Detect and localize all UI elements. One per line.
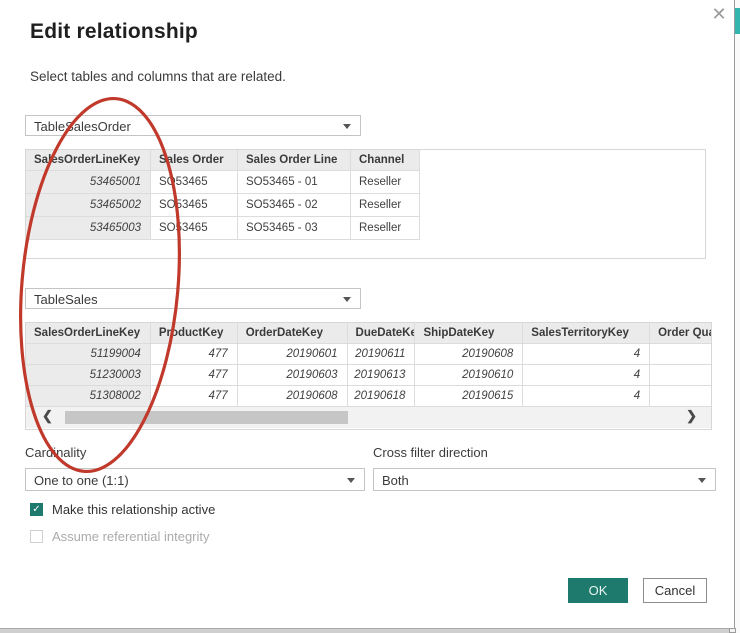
window-right-border bbox=[734, 0, 735, 633]
table-cell: Reseller bbox=[351, 217, 420, 240]
close-icon[interactable]: ✕ bbox=[707, 2, 731, 26]
second-table: SalesOrderLineKey ProductKey OrderDateKe… bbox=[25, 322, 712, 430]
table-cell: SO53465 - 01 bbox=[238, 171, 351, 194]
table-cell: 477 bbox=[151, 365, 238, 386]
table-cell: Reseller bbox=[351, 194, 420, 217]
table-row: 51199004 477 20190601 20190611 20190608 … bbox=[26, 344, 711, 365]
table-cell: 20190608 bbox=[415, 344, 523, 365]
horizontal-scrollbar[interactable]: ❮ ❯ bbox=[26, 407, 711, 428]
first-table-header-row: SalesOrderLineKey Sales Order Sales Orde… bbox=[26, 150, 705, 171]
chevron-down-icon bbox=[343, 124, 351, 129]
column-header[interactable]: SalesTerritoryKey bbox=[523, 323, 650, 344]
table-cell: 51230003 bbox=[26, 365, 151, 386]
dialog-title: Edit relationship bbox=[30, 20, 198, 44]
column-header[interactable]: Sales Order Line bbox=[238, 150, 351, 171]
cardinality-dropdown[interactable]: One to one (1:1) bbox=[25, 468, 365, 491]
checkbox-checked-icon[interactable]: ✓ bbox=[30, 503, 43, 516]
table-cell bbox=[650, 365, 711, 386]
window-right-edge bbox=[735, 0, 740, 633]
table-cell: 20190618 bbox=[348, 386, 416, 407]
edit-relationship-dialog: Edit relationship ✕ Select tables and co… bbox=[0, 0, 740, 633]
scroll-right-icon[interactable]: ❯ bbox=[686, 408, 697, 424]
window-corner bbox=[729, 628, 736, 633]
table-cell: SO53465 bbox=[151, 194, 238, 217]
cancel-button[interactable]: Cancel bbox=[643, 578, 707, 603]
table-cell: SO53465 bbox=[151, 171, 238, 194]
table-cell: SO53465 - 03 bbox=[238, 217, 351, 240]
table-cell: 20190613 bbox=[348, 365, 416, 386]
column-header[interactable]: Order Qua bbox=[650, 323, 711, 344]
table-cell: 53465001 bbox=[26, 171, 151, 194]
checkbox-unchecked-icon bbox=[30, 530, 43, 543]
chevron-down-icon bbox=[343, 297, 351, 302]
table-selector-first-value: TableSalesOrder bbox=[34, 119, 131, 134]
make-relationship-active-checkbox[interactable]: ✓ Make this relationship active bbox=[30, 502, 215, 517]
column-header[interactable]: SalesOrderLineKey bbox=[26, 323, 151, 344]
table-cell: SO53465 bbox=[151, 217, 238, 240]
table-cell: 4 bbox=[523, 344, 650, 365]
chevron-down-icon bbox=[698, 478, 706, 483]
second-table-header-row: SalesOrderLineKey ProductKey OrderDateKe… bbox=[26, 323, 711, 344]
window-edge-accent bbox=[735, 8, 740, 34]
table-row: 51230003 477 20190603 20190613 20190610 … bbox=[26, 365, 711, 386]
column-header[interactable]: ProductKey bbox=[151, 323, 238, 344]
table-cell: 51308002 bbox=[26, 386, 151, 407]
dialog-subtitle: Select tables and columns that are relat… bbox=[30, 69, 286, 84]
table-cell: 53465003 bbox=[26, 217, 151, 240]
assume-referential-integrity-label: Assume referential integrity bbox=[52, 529, 210, 544]
column-header[interactable]: Channel bbox=[351, 150, 420, 171]
table-row: 53465002 SO53465 SO53465 - 02 Reseller bbox=[26, 194, 705, 217]
table-row: 53465003 SO53465 SO53465 - 03 Reseller bbox=[26, 217, 705, 240]
table-row: 53465001 SO53465 SO53465 - 01 Reseller bbox=[26, 171, 705, 194]
table-cell: 477 bbox=[151, 344, 238, 365]
column-header[interactable]: DueDateKey bbox=[348, 323, 416, 344]
table-cell: 4 bbox=[523, 365, 650, 386]
table-cell: 20190611 bbox=[348, 344, 416, 365]
column-header[interactable]: SalesOrderLineKey bbox=[26, 150, 151, 171]
table-cell: Reseller bbox=[351, 171, 420, 194]
table-cell: 20190603 bbox=[238, 365, 348, 386]
chevron-down-icon bbox=[347, 478, 355, 483]
table-cell: 20190608 bbox=[238, 386, 348, 407]
table-cell: 4 bbox=[523, 386, 650, 407]
table-selector-second-value: TableSales bbox=[34, 292, 98, 307]
cardinality-value: One to one (1:1) bbox=[34, 473, 129, 488]
table-cell: 20190615 bbox=[415, 386, 523, 407]
header-filler bbox=[420, 150, 705, 171]
column-header[interactable]: ShipDateKey bbox=[415, 323, 523, 344]
table-selector-second[interactable]: TableSales bbox=[25, 288, 361, 309]
table-cell: 53465002 bbox=[26, 194, 151, 217]
column-header[interactable]: Sales Order bbox=[151, 150, 238, 171]
cross-filter-value: Both bbox=[382, 473, 409, 488]
column-header[interactable]: OrderDateKey bbox=[238, 323, 348, 344]
scrollbar-thumb[interactable] bbox=[65, 411, 348, 424]
table-cell: 20190601 bbox=[238, 344, 348, 365]
table-cell: 51199004 bbox=[26, 344, 151, 365]
first-table: SalesOrderLineKey Sales Order Sales Orde… bbox=[25, 149, 706, 259]
make-relationship-active-label: Make this relationship active bbox=[52, 502, 215, 517]
scroll-left-icon[interactable]: ❮ bbox=[42, 408, 53, 424]
table-cell: 20190610 bbox=[415, 365, 523, 386]
table-cell: SO53465 - 02 bbox=[238, 194, 351, 217]
cardinality-label: Cardinality bbox=[25, 445, 86, 460]
table-selector-first[interactable]: TableSalesOrder bbox=[25, 115, 361, 136]
table-cell bbox=[650, 344, 711, 365]
table-cell bbox=[650, 386, 711, 407]
cross-filter-dropdown[interactable]: Both bbox=[373, 468, 716, 491]
cross-filter-label: Cross filter direction bbox=[373, 445, 488, 460]
table-row: 51308002 477 20190608 20190618 20190615 … bbox=[26, 386, 711, 407]
assume-referential-integrity-checkbox: Assume referential integrity bbox=[30, 529, 210, 544]
table-cell: 477 bbox=[151, 386, 238, 407]
window-bottom-scrollbar bbox=[0, 628, 730, 633]
ok-button[interactable]: OK bbox=[568, 578, 628, 603]
